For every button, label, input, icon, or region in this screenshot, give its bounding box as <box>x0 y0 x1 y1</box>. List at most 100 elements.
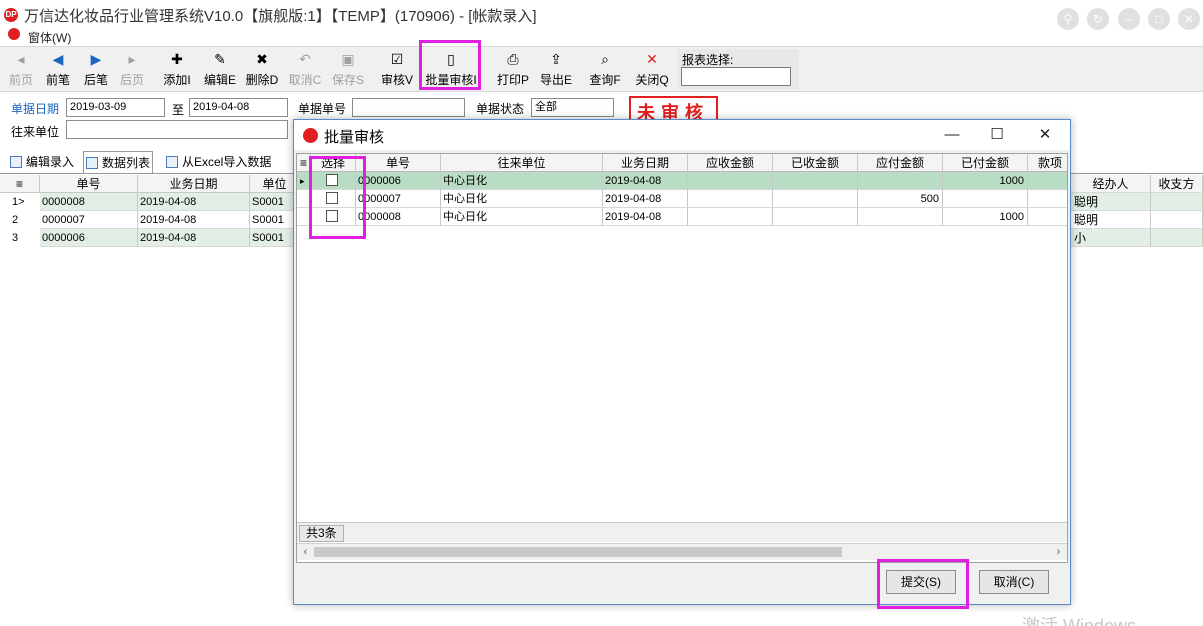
review-button[interactable]: ☑ 审核V <box>380 49 414 91</box>
table-cell[interactable]: 2019-04-08 <box>603 172 688 190</box>
col-paid-header[interactable]: 已付金额 <box>943 154 1028 172</box>
prev-page-icon: ◂ <box>17 51 25 67</box>
table-cell[interactable]: 2019-04-08 <box>138 211 250 229</box>
print-button[interactable]: ⎙ 打印P <box>496 49 530 91</box>
maximize-button[interactable]: □ <box>1148 8 1170 30</box>
col-header[interactable]: 收支方 <box>1151 175 1203 193</box>
partner-label: 往来单位 <box>11 125 60 139</box>
table-cell[interactable]: 1000 <box>943 208 1028 226</box>
minimize-button[interactable]: – <box>1118 8 1140 30</box>
save-button[interactable]: ▣ 保存S <box>331 49 365 91</box>
prev-page-button[interactable]: ◂ 前页 <box>6 49 36 91</box>
cancel-edit-button[interactable]: ↶ 取消C <box>288 49 322 91</box>
table-cell[interactable]: 中心日化 <box>441 172 603 190</box>
query-button[interactable]: ⌕ 查询F <box>587 49 623 91</box>
refresh-icon[interactable]: ↻ <box>1087 8 1109 30</box>
table-cell[interactable]: 0000006 <box>356 172 441 190</box>
tab-data-list[interactable]: 数据列表 <box>83 151 154 173</box>
delete-button[interactable]: ✖ 删除D <box>244 49 280 91</box>
dialog-minimize-button[interactable]: — <box>937 124 967 146</box>
table-cell[interactable] <box>858 208 943 226</box>
table-cell[interactable]: 0000008 <box>356 208 441 226</box>
table-cell[interactable]: 500 <box>858 190 943 208</box>
scroll-thumb[interactable] <box>314 547 842 557</box>
row-checkbox[interactable] <box>326 174 338 186</box>
row-checkbox[interactable] <box>326 210 338 222</box>
date-to-input[interactable]: 2019-04-08 <box>189 98 288 117</box>
menu-window[interactable]: 窗体(W) <box>28 29 71 46</box>
partner-input[interactable] <box>66 120 288 139</box>
table-cell[interactable] <box>773 172 858 190</box>
col-item-header[interactable]: 款项 <box>1028 154 1067 172</box>
close-button[interactable]: ✕ <box>1178 8 1200 30</box>
table-cell[interactable]: 2019-04-08 <box>138 193 250 211</box>
table-cell[interactable] <box>688 172 773 190</box>
select-cell[interactable] <box>311 172 356 190</box>
table-cell[interactable] <box>1028 190 1067 208</box>
table-cell[interactable]: 小 <box>1071 229 1151 247</box>
prev-record-button[interactable]: ◀ 前笔 <box>42 49 74 91</box>
export-button[interactable]: ⇪ 导出E <box>538 49 574 91</box>
col-header[interactable]: 单号 <box>40 175 138 193</box>
table-cell[interactable] <box>688 190 773 208</box>
table-cell[interactable]: 聪明 <box>1071 193 1151 211</box>
toolbar-button-label: 打印P <box>496 73 529 87</box>
col-date-header[interactable]: 业务日期 <box>603 154 688 172</box>
table-cell[interactable] <box>1151 211 1203 229</box>
col-ap-header[interactable]: 应付金额 <box>858 154 943 172</box>
col-received-header[interactable]: 已收金额 <box>773 154 858 172</box>
next-record-button[interactable]: ▶ 后笔 <box>80 49 112 91</box>
date-from-input[interactable]: 2019-03-09 <box>66 98 165 117</box>
submit-button[interactable]: 提交(S) <box>886 570 956 594</box>
row-checkbox[interactable] <box>326 192 338 204</box>
next-page-button[interactable]: ▸ 后页 <box>117 49 147 91</box>
dialog-close-button[interactable]: ✕ <box>1030 124 1060 146</box>
add-button[interactable]: ✚ 添加I <box>160 49 194 91</box>
table-cell[interactable]: 2019-04-08 <box>603 190 688 208</box>
table-cell[interactable] <box>943 190 1028 208</box>
pin-icon[interactable]: ⚲ <box>1057 8 1079 30</box>
col-ar-header[interactable]: 应收金额 <box>688 154 773 172</box>
table-cell[interactable]: 0000007 <box>356 190 441 208</box>
horizontal-scrollbar[interactable]: ‹ › <box>297 543 1067 560</box>
table-cell[interactable]: 聪明 <box>1071 211 1151 229</box>
table-cell[interactable]: 0000006 <box>40 229 138 247</box>
table-cell[interactable]: 0000007 <box>40 211 138 229</box>
table-cell[interactable]: 1000 <box>943 172 1028 190</box>
table-cell[interactable] <box>1151 193 1203 211</box>
cancel-button[interactable]: 取消(C) <box>979 570 1049 594</box>
col-doc-no-header[interactable]: 单号 <box>356 154 441 172</box>
table-cell[interactable] <box>1028 208 1067 226</box>
select-cell[interactable] <box>311 208 356 226</box>
table-cell[interactable] <box>1028 172 1067 190</box>
list-tab-icon <box>86 157 98 169</box>
edit-button[interactable]: ✎ 编辑E <box>203 49 237 91</box>
table-cell[interactable]: 2019-04-08 <box>603 208 688 226</box>
table-cell[interactable] <box>688 208 773 226</box>
table-cell[interactable] <box>1151 229 1203 247</box>
batch-review-button[interactable]: ▯ 批量审核I <box>424 49 478 91</box>
dialog-maximize-button[interactable]: ☐ <box>982 124 1012 146</box>
table-cell[interactable]: 中心日化 <box>441 208 603 226</box>
col-header[interactable]: 业务日期 <box>138 175 250 193</box>
table-cell[interactable] <box>858 172 943 190</box>
table-cell[interactable] <box>773 190 858 208</box>
col-select-header[interactable]: 选择 <box>311 154 356 172</box>
col-header[interactable]: 经办人 <box>1071 175 1151 193</box>
print-icon: ⎙ <box>507 51 519 67</box>
table-cell[interactable] <box>773 208 858 226</box>
col-partner-header[interactable]: 往来单位 <box>441 154 603 172</box>
scroll-right-icon[interactable]: › <box>1050 544 1067 560</box>
select-cell[interactable] <box>311 190 356 208</box>
close-tool-button[interactable]: ✕ 关闭Q <box>634 49 670 91</box>
table-cell[interactable]: 2019-04-08 <box>138 229 250 247</box>
tab-edit-entry[interactable]: 编辑录入 <box>10 151 74 173</box>
doc-no-input[interactable] <box>352 98 465 117</box>
report-select-input[interactable] <box>681 67 791 86</box>
add-icon: ✚ <box>171 51 183 67</box>
table-cell[interactable]: 0000008 <box>40 193 138 211</box>
table-cell[interactable]: 中心日化 <box>441 190 603 208</box>
tab-excel-import[interactable]: 从Excel导入数据 <box>166 151 271 173</box>
status-select[interactable]: 全部 <box>531 98 614 117</box>
scroll-left-icon[interactable]: ‹ <box>297 544 314 560</box>
